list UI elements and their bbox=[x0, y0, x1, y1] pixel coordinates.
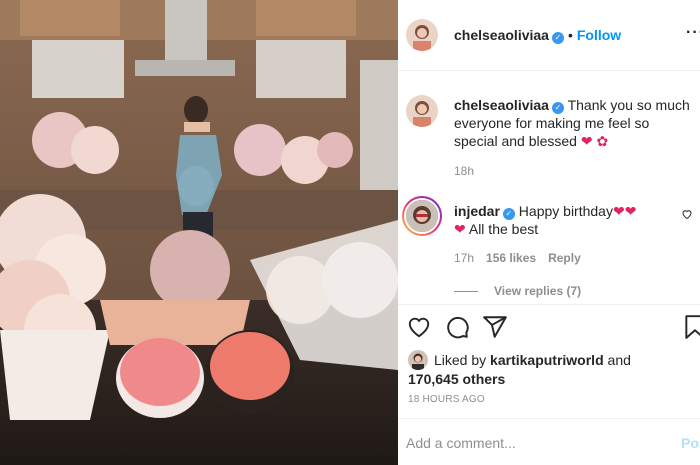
share-icon[interactable] bbox=[482, 314, 508, 340]
reply-button[interactable]: Reply bbox=[548, 251, 581, 265]
liker-username[interactable]: kartikaputriworld bbox=[490, 352, 604, 368]
post-actions bbox=[406, 314, 700, 344]
caption-username[interactable]: chelseaoliviaa bbox=[454, 97, 549, 113]
post-photo[interactable] bbox=[0, 0, 398, 465]
ellipsis-icon[interactable]: ··· bbox=[686, 24, 700, 42]
owner-line: chelseaoliviaa ✓ • Follow bbox=[454, 27, 621, 44]
comment-time[interactable]: 17h bbox=[454, 251, 474, 265]
bookmark-icon[interactable] bbox=[682, 314, 700, 340]
follow-button[interactable]: Follow bbox=[577, 27, 621, 43]
post-comment-button[interactable]: Post bbox=[681, 435, 700, 451]
verified-badge-icon: ✓ bbox=[502, 208, 515, 220]
owner-avatar[interactable] bbox=[406, 19, 438, 51]
comment-text: Happy birthday bbox=[518, 203, 613, 219]
caption-time[interactable]: 18h bbox=[454, 164, 474, 178]
comment-likes[interactable]: 156 likes bbox=[486, 251, 536, 265]
comment-body: injedar ✓ Happy birthday❤❤ ❤ All the best bbox=[454, 202, 674, 238]
heart-icon[interactable] bbox=[406, 314, 432, 340]
post-header: chelseaoliviaa✓•Follow ··· bbox=[398, 0, 700, 71]
divider bbox=[398, 418, 700, 419]
liked-by-and: and bbox=[607, 352, 631, 368]
comment-text-2: All the best bbox=[468, 221, 539, 237]
verified-badge-icon: ✓ bbox=[551, 102, 564, 114]
view-replies-button[interactable]: View replies (7) bbox=[454, 284, 581, 298]
post-sidebar: chelseaoliviaa✓•Follow ··· chelseaolivia… bbox=[398, 0, 700, 465]
owner-username[interactable]: chelseaoliviaa bbox=[454, 27, 549, 43]
verified-badge-icon: ✓ bbox=[551, 32, 564, 44]
comment-heart-icon[interactable] bbox=[681, 208, 693, 223]
commenter-avatar[interactable] bbox=[402, 196, 442, 236]
caption-emoji: ❤ ✿ bbox=[580, 133, 609, 149]
photo-birthday-flowers bbox=[0, 0, 398, 465]
likes-summary: Liked by kartikaputriworld and 170,645 o… bbox=[408, 350, 631, 389]
add-comment-input[interactable]: Add a comment... bbox=[406, 435, 516, 451]
comment-heart: ❤ bbox=[454, 221, 466, 237]
comment-meta: 17h 156 likes Reply bbox=[454, 251, 593, 265]
liker-avatar[interactable] bbox=[408, 350, 428, 370]
post-timestamp[interactable]: 18 HOURS AGO bbox=[408, 394, 485, 405]
liked-by-prefix: Liked by bbox=[434, 352, 487, 368]
view-replies-label: View replies (7) bbox=[494, 284, 582, 298]
caption-avatar[interactable] bbox=[406, 95, 438, 127]
post-caption: chelseaoliviaa ✓ Thank you so much everyo… bbox=[454, 96, 690, 150]
comment-hearts: ❤❤ bbox=[612, 203, 637, 219]
divider bbox=[398, 304, 700, 305]
replies-line bbox=[454, 291, 478, 293]
commenter-username[interactable]: injedar bbox=[454, 203, 500, 219]
separator-dot: • bbox=[567, 27, 573, 43]
comment-icon[interactable] bbox=[444, 314, 470, 340]
likes-count[interactable]: 170,645 others bbox=[408, 371, 505, 387]
